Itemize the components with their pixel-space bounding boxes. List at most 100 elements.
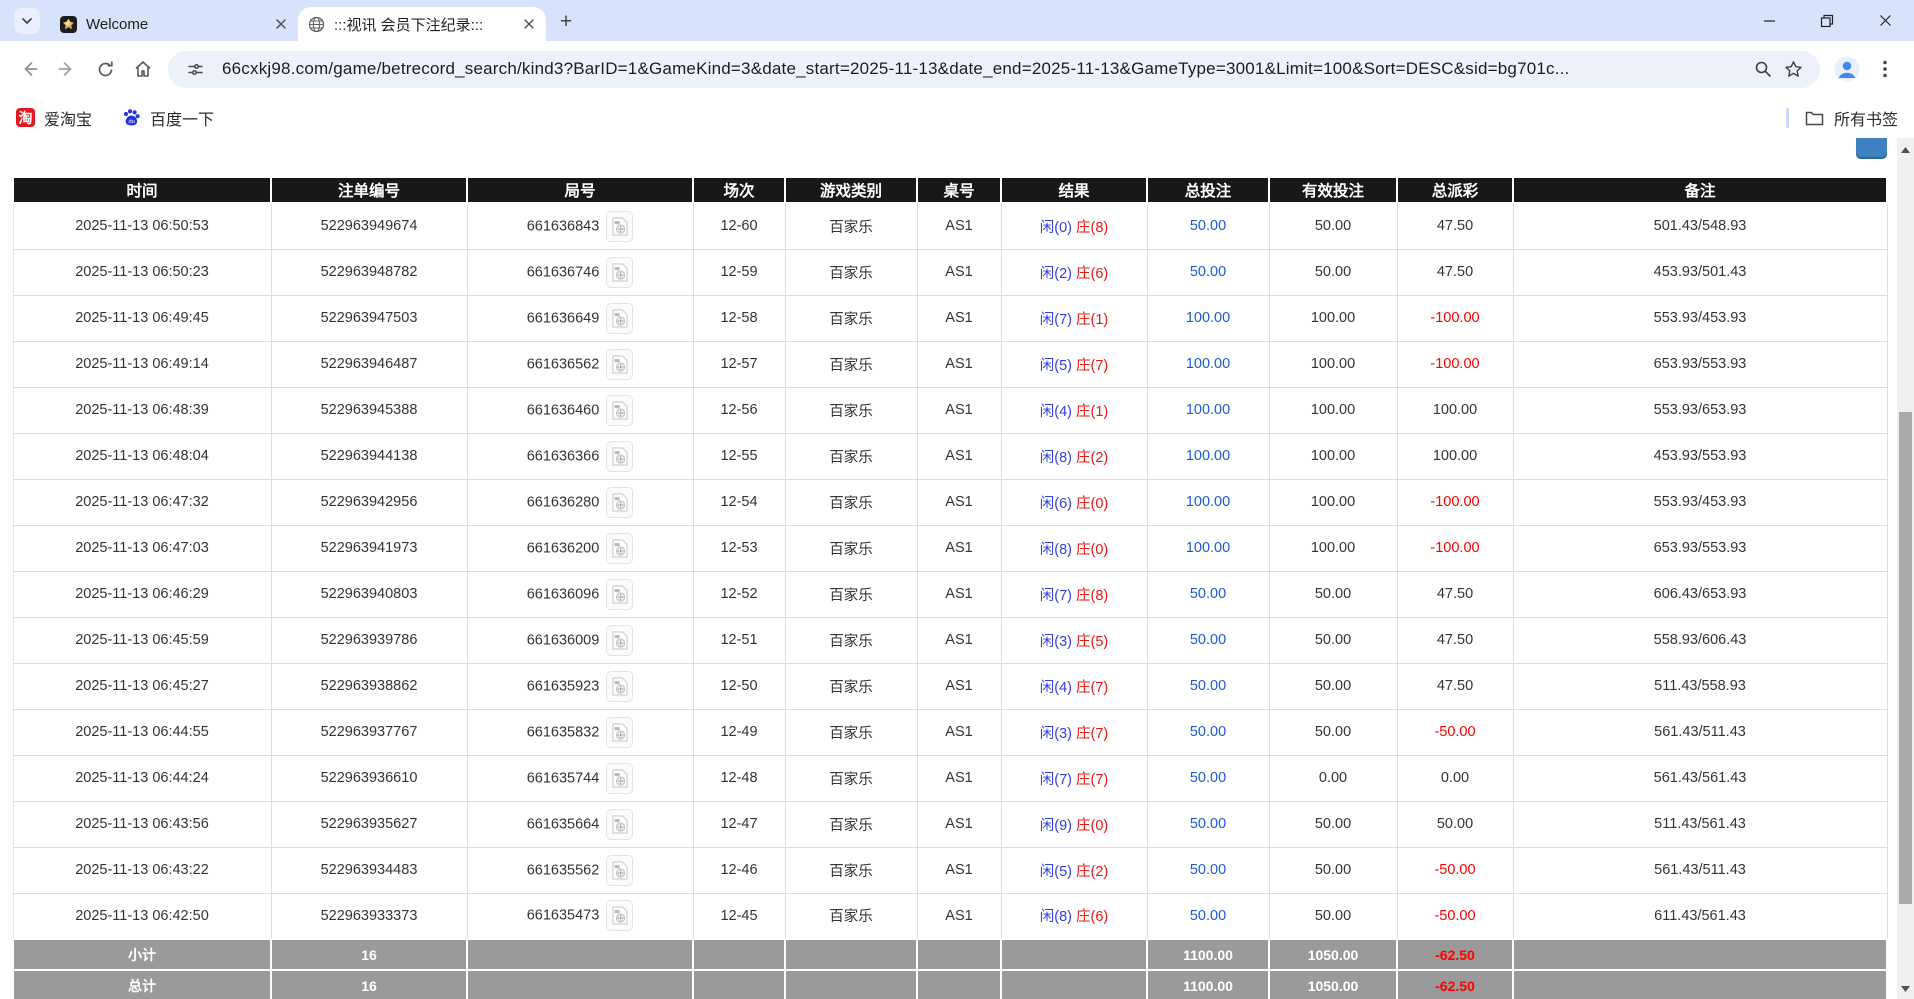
back-button[interactable] (10, 50, 48, 88)
bookmark-baidu[interactable]: du 百度一下 (122, 106, 214, 130)
video-replay-button[interactable] (606, 763, 633, 794)
total-bet-link[interactable]: 50.00 (1190, 218, 1226, 234)
video-replay-button[interactable] (606, 441, 633, 472)
cell-total-bet: 50.00 (1147, 203, 1269, 249)
home-button[interactable] (124, 50, 162, 88)
page-scrollbar[interactable] (1897, 138, 1914, 999)
video-replay-button[interactable] (606, 900, 633, 931)
cell-bet-id: 522963934483 (271, 847, 467, 893)
cell-game-type: 百家乐 (785, 617, 917, 663)
new-tab-button[interactable]: + (552, 8, 580, 36)
close-window-button[interactable] (1856, 0, 1914, 41)
cell-round-id: 661636009 (467, 617, 693, 663)
cell-time: 2025-11-13 06:45:59 (13, 617, 271, 663)
cell-total-bet: 50.00 (1147, 617, 1269, 663)
video-replay-button[interactable] (606, 671, 633, 702)
total-bet-link[interactable]: 50.00 (1190, 724, 1226, 740)
video-replay-button[interactable] (606, 395, 633, 426)
cell-valid-bet: 50.00 (1269, 571, 1397, 617)
result-banker: 庄(7) (1076, 772, 1108, 788)
total-bet-link[interactable]: 100.00 (1186, 448, 1230, 464)
total-bet-link[interactable]: 50.00 (1190, 908, 1226, 924)
cell-valid-bet: 100.00 (1269, 341, 1397, 387)
cell-remark: 553.93/453.93 (1513, 295, 1887, 341)
video-replay-button[interactable] (606, 855, 633, 886)
video-replay-button[interactable] (606, 211, 633, 242)
scroll-up-arrow[interactable] (1897, 142, 1914, 158)
tab-close-icon[interactable] (520, 15, 538, 33)
restore-button[interactable] (1798, 0, 1856, 41)
table-row: 2025-11-13 06:44:55522963937767661635832… (13, 709, 1887, 755)
forward-button[interactable] (48, 50, 86, 88)
scroll-down-arrow[interactable] (1897, 981, 1914, 997)
video-replay-button[interactable] (606, 809, 633, 840)
total-bet-link[interactable]: 50.00 (1190, 632, 1226, 648)
result-banker: 庄(2) (1076, 864, 1108, 880)
total-bet-link[interactable]: 50.00 (1190, 264, 1226, 280)
video-replay-button[interactable] (606, 487, 633, 518)
table-row: 2025-11-13 06:50:53522963949674661636843… (13, 203, 1887, 249)
total-bet-link[interactable]: 100.00 (1186, 540, 1230, 556)
tab-betrecord[interactable]: :::视讯 会员下注纪录::: (298, 7, 546, 41)
cell-bet-id: 522963938862 (271, 663, 467, 709)
cell-result: 闲(8) 庄(2) (1001, 433, 1147, 479)
video-replay-button[interactable] (606, 579, 633, 610)
cell-valid-bet: 100.00 (1269, 433, 1397, 479)
profile-avatar[interactable] (1828, 50, 1866, 88)
minimize-button[interactable] (1740, 0, 1798, 41)
tab-search-button[interactable] (14, 8, 40, 34)
total-bet-link[interactable]: 50.00 (1190, 816, 1226, 832)
cell-game-type: 百家乐 (785, 203, 917, 249)
total-bet-link[interactable]: 100.00 (1186, 356, 1230, 372)
cell-result: 闲(8) 庄(6) (1001, 893, 1147, 939)
all-bookmarks-button[interactable]: 所有书签 (1805, 106, 1898, 130)
video-replay-button[interactable] (606, 625, 633, 656)
table-row: 2025-11-13 06:48:39522963945388661636460… (13, 387, 1887, 433)
tab-close-icon[interactable] (272, 15, 290, 33)
cell-game-type: 百家乐 (785, 755, 917, 801)
bookmark-star-icon[interactable] (1778, 54, 1808, 84)
total-bet-link[interactable]: 100.00 (1186, 402, 1230, 418)
cell-valid-bet: 50.00 (1269, 801, 1397, 847)
result-player: 闲(8) (1040, 450, 1072, 466)
bookmark-taobao[interactable]: 淘 爱淘宝 (16, 106, 92, 130)
video-replay-button[interactable] (606, 303, 633, 334)
cell-table-no: AS1 (917, 341, 1001, 387)
cell-result: 闲(7) 庄(1) (1001, 295, 1147, 341)
cell-round-id: 661636460 (467, 387, 693, 433)
address-bar[interactable]: 66cxkj98.com/game/betrecord_search/kind3… (168, 51, 1820, 88)
cell-round-id: 661635923 (467, 663, 693, 709)
column-header: 局号 (467, 177, 693, 203)
video-replay-icon (612, 723, 628, 742)
tab-welcome[interactable]: Welcome (50, 7, 298, 41)
cell-table-no: AS1 (917, 249, 1001, 295)
video-replay-button[interactable] (606, 257, 633, 288)
menu-kebab-icon[interactable] (1866, 50, 1904, 88)
video-replay-button[interactable] (606, 533, 633, 564)
video-replay-button[interactable] (606, 349, 633, 380)
total-bet-link[interactable]: 50.00 (1190, 770, 1226, 786)
total-bet-link[interactable]: 100.00 (1186, 494, 1230, 510)
reload-button[interactable] (86, 50, 124, 88)
round-id-text: 661635562 (527, 862, 600, 878)
site-info-icon[interactable] (180, 54, 210, 84)
total-bet-link[interactable]: 100.00 (1186, 310, 1230, 326)
zoom-icon[interactable] (1748, 54, 1778, 84)
url-text[interactable]: 66cxkj98.com/game/betrecord_search/kind3… (222, 59, 1748, 79)
cell-result: 闲(8) 庄(0) (1001, 525, 1147, 571)
search-submit-button-clipped[interactable] (1856, 138, 1887, 159)
cell-session: 12-52 (693, 571, 785, 617)
column-header: 游戏类别 (785, 177, 917, 203)
table-row: 2025-11-13 06:44:24522963936610661635744… (13, 755, 1887, 801)
total-bet-link[interactable]: 50.00 (1190, 586, 1226, 602)
total-bet-link[interactable]: 50.00 (1190, 862, 1226, 878)
cell-payout: -100.00 (1397, 525, 1513, 571)
window-controls (1740, 0, 1914, 41)
result-banker: 庄(1) (1076, 312, 1108, 328)
video-replay-button[interactable] (606, 717, 633, 748)
cell-time: 2025-11-13 06:48:39 (13, 387, 271, 433)
total-bet-link[interactable]: 50.00 (1190, 678, 1226, 694)
scrollbar-thumb[interactable] (1899, 412, 1912, 904)
table-row: 2025-11-13 06:49:14522963946487661636562… (13, 341, 1887, 387)
cell-round-id: 661636843 (467, 203, 693, 249)
